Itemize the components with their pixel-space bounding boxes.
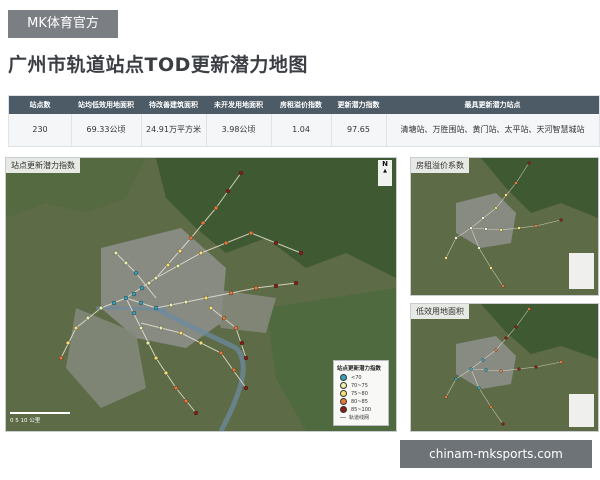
legend-dot-icon: [340, 374, 347, 381]
brand-badge: MK体育官方: [8, 10, 118, 38]
rent-map-graphic: [411, 158, 598, 295]
legend-dot-icon: [340, 406, 347, 413]
legend-line-icon: [340, 417, 346, 418]
stats-value-cell: 3.98公顷: [221, 125, 256, 134]
mini-legend: [569, 253, 594, 289]
rent-premium-map-panel[interactable]: 房租溢价系数: [410, 157, 599, 296]
map-label: 低效用地面积: [411, 304, 469, 319]
stats-header-cell: 最具更新潜力站点: [464, 101, 521, 109]
watermark-badge: chinam-mksports.com: [400, 440, 592, 468]
low-efficiency-land-map-panel[interactable]: 低效用地面积: [410, 303, 599, 432]
stats-value-cell: 24.91万平方米: [146, 125, 201, 134]
stats-value-cell: 97.65: [347, 125, 370, 134]
land-map-graphic: [411, 304, 598, 431]
stats-value-cell: 1.04: [292, 125, 310, 134]
legend-item: <70: [340, 374, 362, 382]
legend-item: 轨道线网: [340, 414, 369, 422]
stats-value-cell: 清塘站、万胜围站、黄门站、太平站、天河智慧城站: [400, 125, 585, 134]
scale-label: 0 5 10 公里: [10, 418, 41, 424]
scale-line: [10, 412, 70, 414]
north-label: N: [382, 160, 388, 168]
legend-item: 70~75: [340, 382, 368, 390]
legend-dot-icon: [340, 398, 347, 405]
table-divider: [271, 114, 272, 146]
legend-item: 85~100: [340, 406, 371, 414]
legend-item: 75~80: [340, 390, 368, 398]
north-arrow: N ▲: [378, 160, 392, 186]
stats-header-cell: 未开发用地面积: [214, 101, 263, 109]
scale-bar: 0 5 10 公里: [8, 410, 76, 428]
table-divider: [71, 114, 72, 146]
map-label: 站点更新潜力指数: [6, 158, 80, 173]
stats-header-cell: 更新潜力指数: [337, 101, 380, 109]
stats-header-cell: 房租溢价指数: [280, 101, 322, 109]
legend-dot-icon: [340, 382, 347, 389]
page-title: 广州市轨道站点TOD更新潜力地图: [8, 54, 308, 76]
legend-item: 80~85: [340, 398, 368, 406]
stats-header-cell: 站点数: [29, 101, 51, 109]
legend-dot-icon: [340, 390, 347, 397]
map-label: 房租溢价系数: [411, 158, 469, 173]
table-divider: [386, 114, 387, 146]
stats-table: 站点数 站均低效用地面积 待改善建筑面积 未开发用地面积 房租溢价指数 更新潜力…: [8, 95, 600, 147]
stats-value-cell: 230: [32, 125, 48, 134]
stats-header-cell: 站均低效用地面积: [78, 101, 134, 109]
stats-value-cell: 69.33公顷: [86, 125, 126, 134]
table-divider: [331, 114, 332, 146]
map-legend: 站点更新潜力指数 <70 70~75 75~80 80~85 85~100 轨道…: [333, 360, 389, 426]
table-divider: [206, 114, 207, 146]
north-arrow-icon: ▲: [383, 168, 387, 174]
legend-title: 站点更新潜力指数: [337, 366, 382, 372]
table-divider: [141, 114, 142, 146]
mini-legend: [569, 394, 594, 427]
stats-header-cell: 待改善建筑面积: [149, 101, 198, 109]
